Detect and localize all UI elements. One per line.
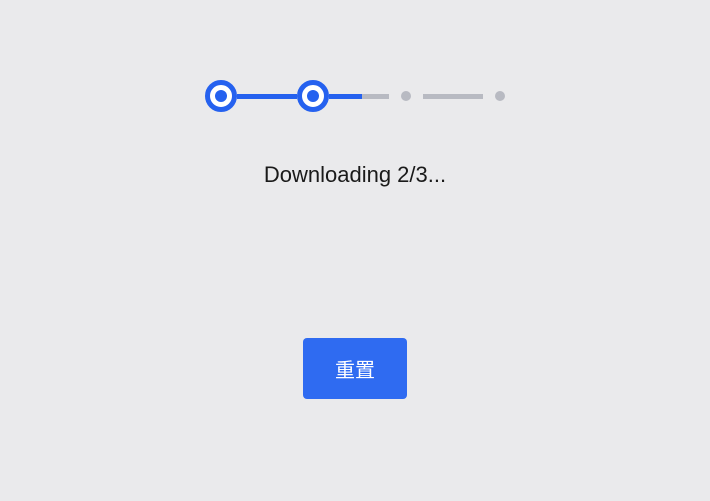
step-node-3 xyxy=(401,91,411,101)
step-line-3-4 xyxy=(423,94,483,99)
progress-stepper xyxy=(205,80,505,112)
status-text: Downloading 2/3... xyxy=(264,162,446,188)
step-node-2 xyxy=(297,80,329,112)
step-line-1-2 xyxy=(237,94,297,99)
step-line-2-3 xyxy=(329,94,389,99)
step-node-4 xyxy=(495,91,505,101)
step-node-1 xyxy=(205,80,237,112)
reset-button[interactable]: 重置 xyxy=(303,338,407,399)
